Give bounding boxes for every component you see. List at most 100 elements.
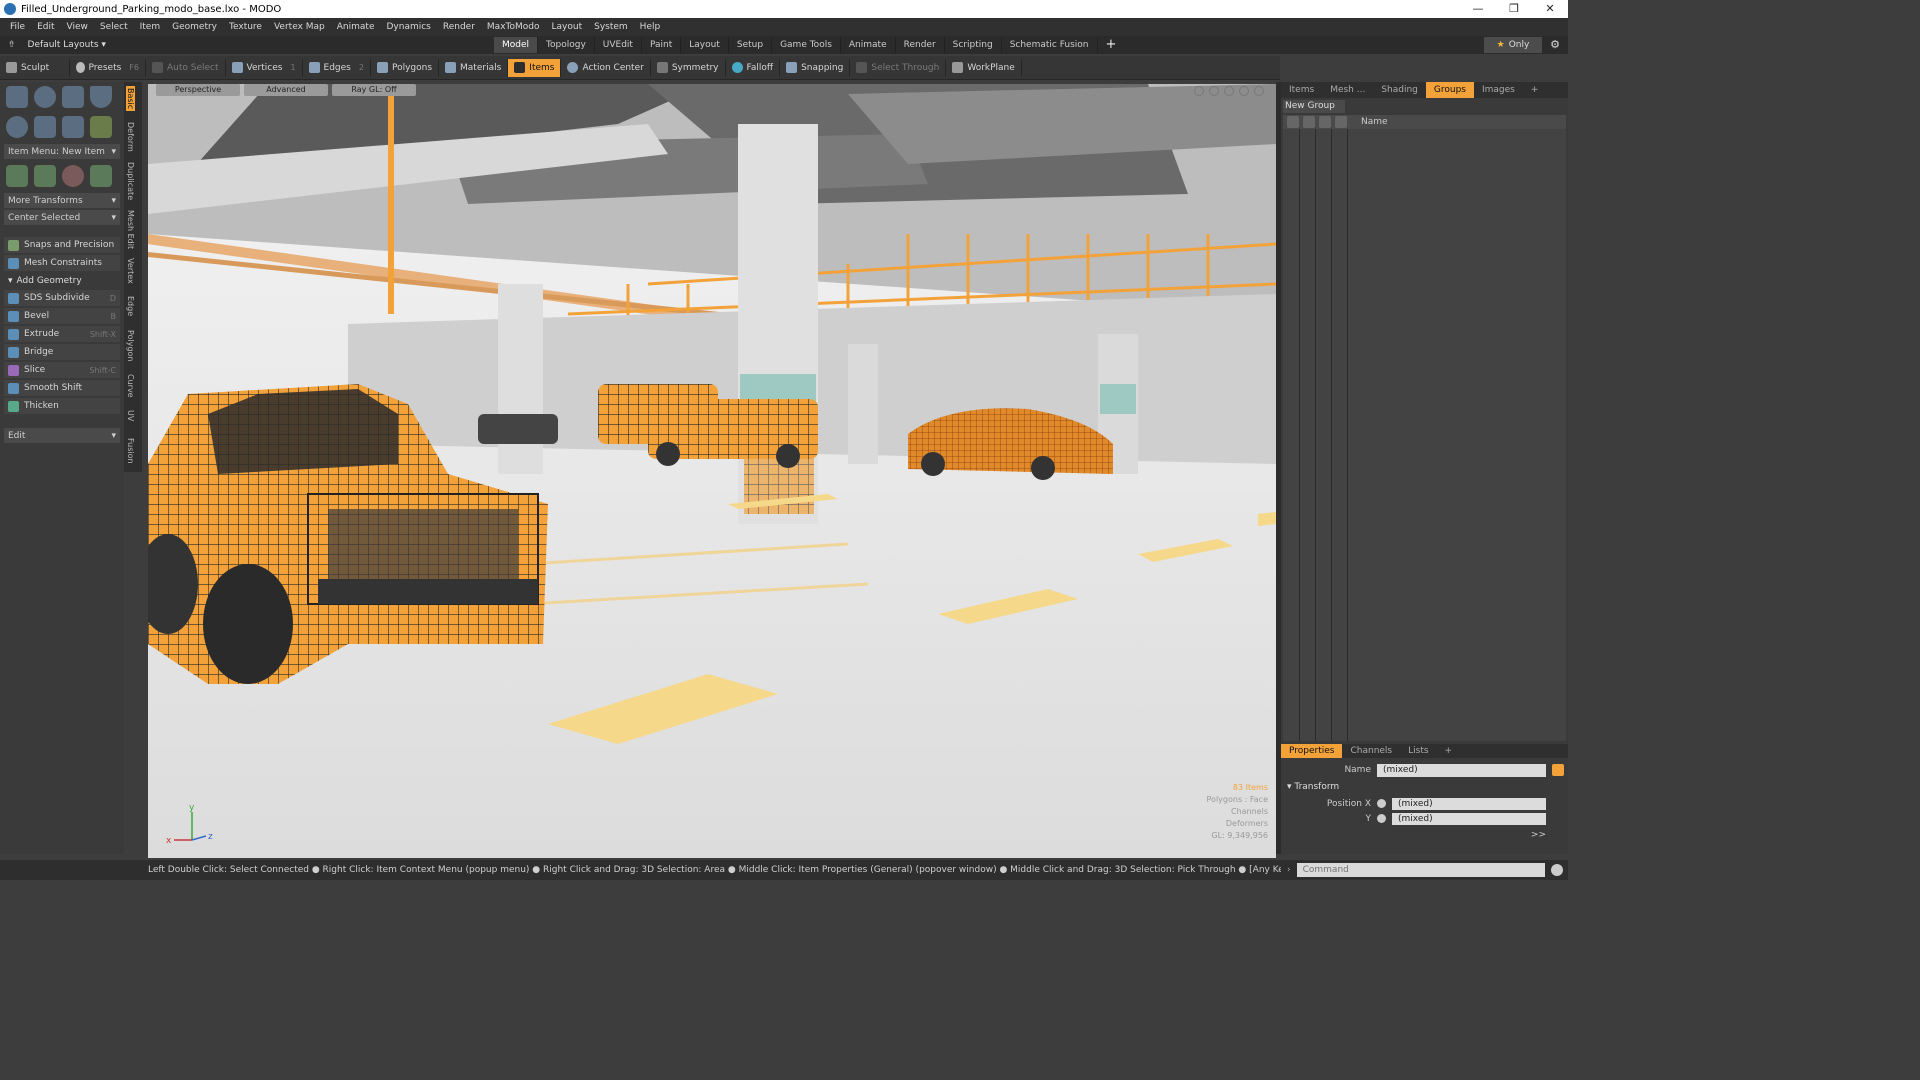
sds-subdivide-button[interactable]: SDS Subdivide D	[4, 290, 120, 306]
falloff-button[interactable]: Falloff	[726, 58, 781, 77]
tab-paint[interactable]: Paint	[642, 37, 682, 53]
name-field[interactable]: (mixed)	[1377, 763, 1546, 777]
sculpt-button[interactable]: Sculpt	[0, 58, 70, 77]
only-toggle[interactable]: ★ Only	[1484, 37, 1542, 53]
cone-icon[interactable]	[90, 86, 112, 108]
tab-schematic-fusion[interactable]: Schematic Fusion	[1002, 37, 1098, 53]
expand-more-button[interactable]: >>	[1531, 830, 1546, 840]
mesh-constraints-button[interactable]: Mesh Constraints	[4, 255, 120, 271]
menu-system[interactable]: System	[588, 22, 634, 32]
edges-button[interactable]: Edges 2	[303, 58, 371, 77]
position-y-field[interactable]: (mixed)	[1392, 812, 1546, 825]
clear-command-icon[interactable]	[1550, 864, 1563, 876]
bridge-button[interactable]: Bridge	[4, 344, 120, 360]
sidetab-mesh-edit[interactable]: Mesh Edit	[126, 210, 135, 249]
lock-icon[interactable]	[1303, 116, 1315, 128]
extrude-button[interactable]: Extrude Shift-X	[4, 326, 120, 342]
menu-select[interactable]: Select	[94, 22, 134, 32]
action-center-button[interactable]: Action Center	[561, 58, 651, 77]
center-selected-dropdown[interactable]: Center Selected ▾	[4, 210, 120, 225]
tab-model[interactable]: Model	[494, 37, 539, 53]
menu-dynamics[interactable]: Dynamics	[380, 22, 436, 32]
sidetab-vertex[interactable]: Vertex	[126, 258, 135, 284]
pen-icon[interactable]	[62, 116, 84, 138]
gear-icon[interactable]: ⚙	[1550, 38, 1560, 51]
tab-channels[interactable]: Channels	[1342, 746, 1400, 756]
tab-properties[interactable]: Properties	[1281, 744, 1343, 758]
render-icon[interactable]	[1319, 116, 1331, 128]
menu-edit[interactable]: Edit	[31, 22, 60, 32]
select-icon[interactable]	[1335, 116, 1347, 128]
minimize-button[interactable]: —	[1460, 0, 1496, 18]
sphere-icon[interactable]	[34, 86, 56, 108]
tab-scripting[interactable]: Scripting	[945, 37, 1002, 53]
rotate-view-icon[interactable]	[1209, 86, 1219, 96]
sidetab-uv[interactable]: UV	[126, 410, 135, 421]
menu-animate[interactable]: Animate	[331, 22, 381, 32]
materials-button[interactable]: Materials	[439, 58, 509, 77]
menu-render[interactable]: Render	[437, 22, 481, 32]
menu-vertex-map[interactable]: Vertex Map	[268, 22, 331, 32]
snaps-precision-button[interactable]: Snaps and Precision	[4, 237, 120, 253]
smooth-shift-button[interactable]: Smooth Shift	[4, 380, 120, 396]
add-tab-button[interactable]: +	[1098, 37, 1125, 53]
sidetab-curve[interactable]: Curve	[126, 374, 135, 398]
sidetab-fusion[interactable]: Fusion	[126, 438, 135, 464]
edit-dropdown[interactable]: Edit ▾	[4, 428, 120, 443]
default-layouts-dropdown[interactable]: ⇮ Default Layouts ▾	[0, 40, 140, 50]
text-icon[interactable]	[90, 116, 112, 138]
new-group-button[interactable]: New Group	[1283, 100, 1345, 113]
tab-animate[interactable]: Animate	[841, 37, 896, 53]
tab-uvedit[interactable]: UVEdit	[595, 37, 642, 53]
tab-groups[interactable]: Groups	[1425, 82, 1474, 98]
add-tab-button[interactable]: +	[1523, 85, 1547, 95]
zoom-view-icon[interactable]	[1224, 86, 1234, 96]
auto-select-button[interactable]: Auto Select	[146, 58, 226, 77]
bevel-button[interactable]: Bevel B	[4, 308, 120, 324]
close-button[interactable]: ✕	[1532, 0, 1568, 18]
viewport-perspective-tab[interactable]: Perspective	[156, 84, 240, 96]
sidetab-edge[interactable]: Edge	[126, 296, 135, 316]
keyframe-dot-icon[interactable]	[1377, 814, 1386, 823]
tab-items[interactable]: Items	[1281, 85, 1322, 95]
snapping-button[interactable]: Snapping	[780, 58, 851, 77]
menu-texture[interactable]: Texture	[223, 22, 268, 32]
add-geometry-header[interactable]: ▾ Add Geometry	[4, 273, 120, 288]
tab-setup[interactable]: Setup	[729, 37, 773, 53]
tab-topology[interactable]: Topology	[538, 37, 595, 53]
sidetab-basic[interactable]: Basic	[126, 86, 135, 112]
sidetab-polygon[interactable]: Polygon	[126, 330, 135, 361]
tab-mesh[interactable]: Mesh ...	[1322, 85, 1373, 95]
color-swatch[interactable]	[1552, 764, 1564, 776]
viewport-raygl-tab[interactable]: Ray GL: Off	[332, 84, 416, 96]
position-x-field[interactable]: (mixed)	[1392, 797, 1546, 810]
items-button[interactable]: Items	[508, 58, 562, 77]
restore-button[interactable]: ❐	[1496, 0, 1532, 18]
slice-button[interactable]: Slice Shift-C	[4, 362, 120, 378]
tab-layout[interactable]: Layout	[681, 37, 729, 53]
menu-help[interactable]: Help	[634, 22, 667, 32]
tab-images[interactable]: Images	[1474, 85, 1523, 95]
more-transforms-dropdown[interactable]: More Transforms ▾	[4, 193, 120, 208]
eye-icon[interactable]	[1287, 116, 1299, 128]
sidetab-deform[interactable]: Deform	[126, 122, 135, 152]
menu-geometry[interactable]: Geometry	[166, 22, 223, 32]
workplane-button[interactable]: WorkPlane	[946, 58, 1022, 77]
menu-view[interactable]: View	[61, 22, 94, 32]
tab-game-tools[interactable]: Game Tools	[772, 37, 841, 53]
transform-header[interactable]: ▾ Transform	[1287, 782, 1339, 792]
menu-item[interactable]: Item	[134, 22, 167, 32]
fit-view-icon[interactable]	[1239, 86, 1249, 96]
move-icon[interactable]	[6, 165, 28, 187]
tab-lists[interactable]: Lists	[1400, 746, 1436, 756]
menu-maxtomodo[interactable]: MaxToModo	[481, 22, 546, 32]
tab-render[interactable]: Render	[896, 37, 945, 53]
viewport-settings-icon[interactable]	[1254, 86, 1264, 96]
keyframe-dot-icon[interactable]	[1377, 799, 1386, 808]
vertices-button[interactable]: Vertices 1	[226, 58, 303, 77]
menu-layout[interactable]: Layout	[546, 22, 589, 32]
tube-icon[interactable]	[34, 116, 56, 138]
groups-list[interactable]	[1283, 129, 1566, 741]
name-column-header[interactable]: Name	[1361, 117, 1388, 127]
cylinder-icon[interactable]	[62, 86, 84, 108]
